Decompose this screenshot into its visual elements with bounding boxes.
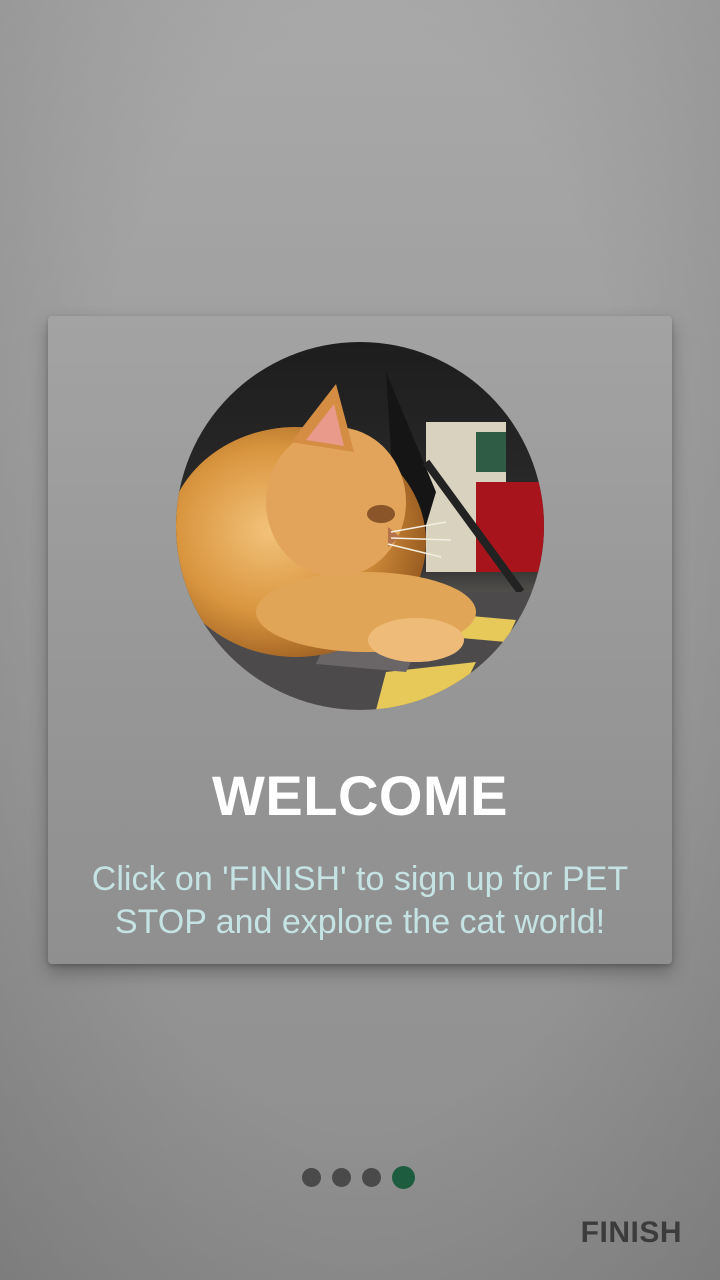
page-dot-1[interactable] — [302, 1167, 321, 1187]
welcome-title: WELCOME — [212, 764, 508, 827]
page-indicator — [302, 1165, 415, 1189]
finish-button[interactable]: FINISH — [579, 1212, 684, 1254]
page-dot-3[interactable] — [362, 1167, 381, 1187]
welcome-description: Click on 'FINISH' to sign up for PET STO… — [91, 860, 629, 941]
page-dot-4-active[interactable] — [392, 1165, 415, 1189]
page-dot-2[interactable] — [332, 1167, 351, 1187]
cat-photo — [176, 342, 544, 710]
